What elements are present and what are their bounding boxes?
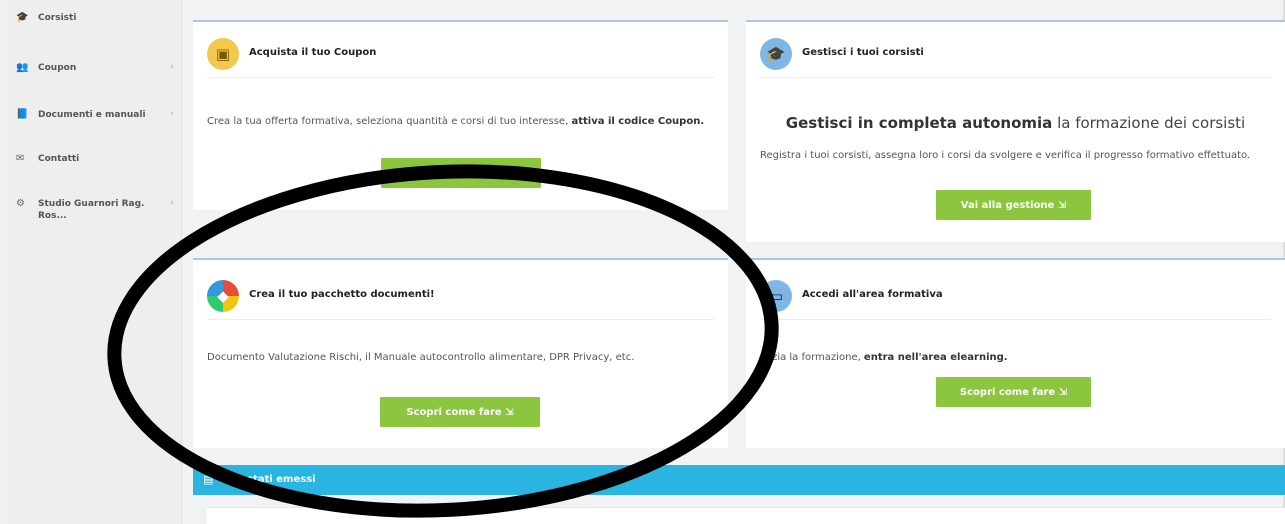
app-frame: 🎓 Corsisti 👥 Coupon › 📘 Documenti e manu… bbox=[0, 0, 1285, 524]
attestati-banner[interactable]: ▤ Attestati emessi bbox=[193, 465, 1285, 495]
card-header: ◆ Crea il tuo pacchetto documenti! bbox=[207, 280, 714, 320]
card-description: Crea la tua offerta formativa, seleziona… bbox=[207, 114, 710, 130]
sidebar-item-label: Corsisti bbox=[38, 13, 77, 23]
sidebar-item-documenti[interactable]: 📘 Documenti e manuali › bbox=[8, 109, 182, 139]
card-header: 🎓 Gestisci i tuoi corsisti bbox=[760, 38, 1271, 78]
headline-rest: la formazione dei corsisti bbox=[1052, 114, 1246, 132]
card-header: ▭ Accedi all'area formativa bbox=[760, 280, 1271, 320]
graduation-cap-icon: 🎓 bbox=[760, 38, 792, 70]
card-description: Registra i tuoi corsisti, assegna loro i… bbox=[760, 150, 1251, 161]
card-text-bold: entra nell'area elearning. bbox=[863, 352, 1008, 363]
card-headline: Gestisci in completa autonomia la formaz… bbox=[760, 114, 1271, 132]
chevron-right-icon: › bbox=[170, 198, 174, 208]
card-text-bold: attiva il codice Coupon. bbox=[571, 116, 705, 127]
coupon-scopri-button[interactable]: Scopri come fare ⇲ bbox=[381, 158, 541, 188]
card-corsisti: 🎓 Gestisci i tuoi corsisti Gestisci in c… bbox=[746, 20, 1285, 242]
documenti-scopri-button[interactable]: Scopri come fare ⇲ bbox=[380, 397, 540, 427]
book-icon: 📘 bbox=[16, 109, 29, 120]
sidebar-item-corsisti[interactable]: 🎓 Corsisti bbox=[8, 12, 182, 42]
sidebar-item-coupon[interactable]: 👥 Coupon › bbox=[8, 62, 182, 92]
package-icon: ◆ bbox=[207, 280, 239, 312]
elearning-icon: ▭ bbox=[760, 280, 792, 312]
card-description: Inizia la formazione, entra nell'area el… bbox=[760, 350, 1267, 366]
sidebar-item-studio[interactable]: ⚙ Studio Guarnori Rag. Ros... › bbox=[8, 198, 182, 238]
sidebar-item-label: Studio Guarnori Rag. Ros... bbox=[38, 199, 145, 221]
card-title: Crea il tuo pacchetto documenti! bbox=[249, 289, 435, 300]
chevron-right-icon: › bbox=[170, 109, 174, 119]
sidebar-item-label: Contatti bbox=[38, 154, 80, 164]
chevron-right-icon: › bbox=[170, 62, 174, 72]
vai-gestione-button[interactable]: Vai alla gestione ⇲ bbox=[936, 190, 1091, 220]
sidebar: 🎓 Corsisti 👥 Coupon › 📘 Documenti e manu… bbox=[8, 0, 182, 524]
card-header: ▣ Acquista il tuo Coupon bbox=[207, 38, 714, 78]
card-title: Accedi all'area formativa bbox=[802, 289, 943, 300]
formazione-scopri-button[interactable]: Scopri come fare ⇲ bbox=[936, 377, 1091, 407]
envelope-icon: ✉ bbox=[16, 153, 25, 164]
sidebar-item-label: Coupon bbox=[38, 63, 77, 73]
graduation-icon: 🎓 bbox=[16, 12, 29, 23]
card-coupon: ▣ Acquista il tuo Coupon Crea la tua off… bbox=[193, 20, 728, 210]
coupon-icon: ▣ bbox=[207, 38, 239, 70]
card-description: Documento Valutazione Rischi, il Manuale… bbox=[207, 352, 635, 363]
headline-bold: Gestisci in completa autonomia bbox=[785, 114, 1053, 132]
attestati-panel bbox=[207, 507, 1285, 524]
gear-icon: ⚙ bbox=[16, 198, 25, 209]
card-text-plain: Inizia la formazione, bbox=[760, 352, 864, 363]
card-documenti: ◆ Crea il tuo pacchetto documenti! Docum… bbox=[193, 258, 728, 448]
banner-title: Attestati emessi bbox=[223, 474, 316, 485]
sidebar-item-contatti[interactable]: ✉ Contatti bbox=[8, 153, 182, 183]
card-formazione: ▭ Accedi all'area formativa Inizia la fo… bbox=[746, 258, 1285, 448]
certificate-icon: ▤ bbox=[203, 473, 214, 486]
card-title: Gestisci i tuoi corsisti bbox=[802, 47, 924, 58]
sidebar-item-label: Documenti e manuali bbox=[38, 110, 146, 120]
users-icon: 👥 bbox=[16, 62, 29, 73]
card-text-plain: Crea la tua offerta formativa, seleziona… bbox=[207, 116, 572, 127]
card-title: Acquista il tuo Coupon bbox=[249, 47, 377, 58]
